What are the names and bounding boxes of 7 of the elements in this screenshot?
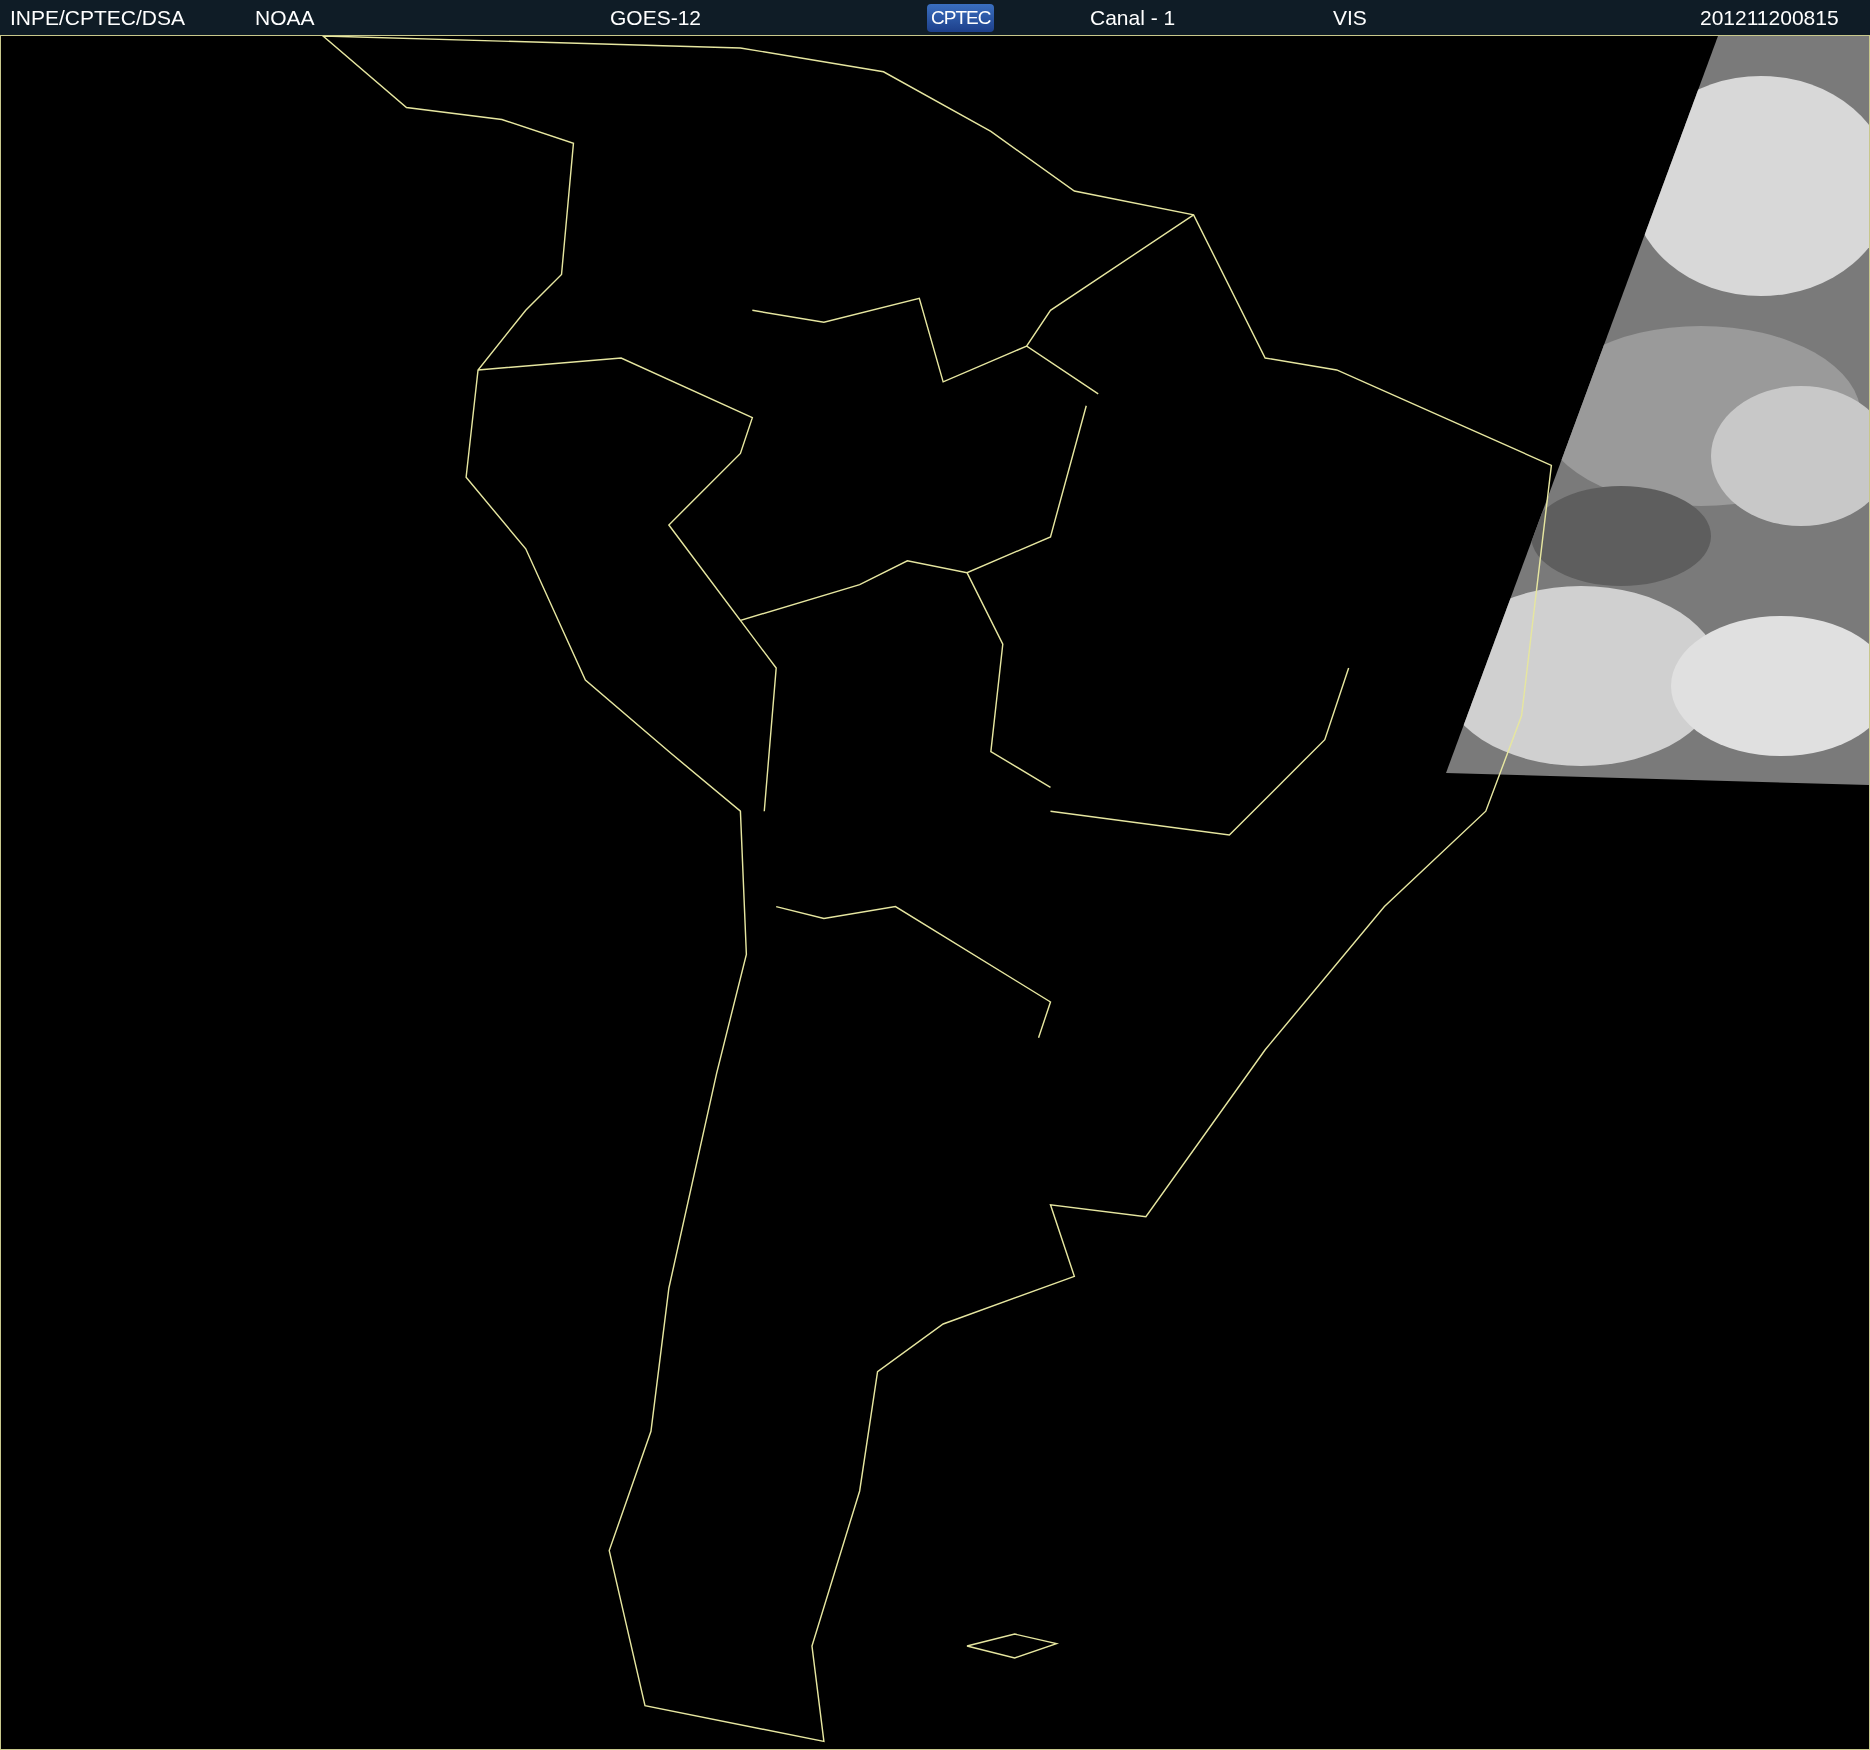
header-label: 201211200815 — [1700, 5, 1839, 30]
header-label: VIS — [1333, 5, 1367, 30]
logo: CPTEC — [927, 3, 995, 32]
header-label: GOES-12 — [610, 5, 702, 30]
header-label: Canal - 1 — [1090, 5, 1176, 30]
header-label: INPE/CPTEC/DSA — [10, 5, 186, 30]
header-label: NOAA — [255, 5, 315, 30]
